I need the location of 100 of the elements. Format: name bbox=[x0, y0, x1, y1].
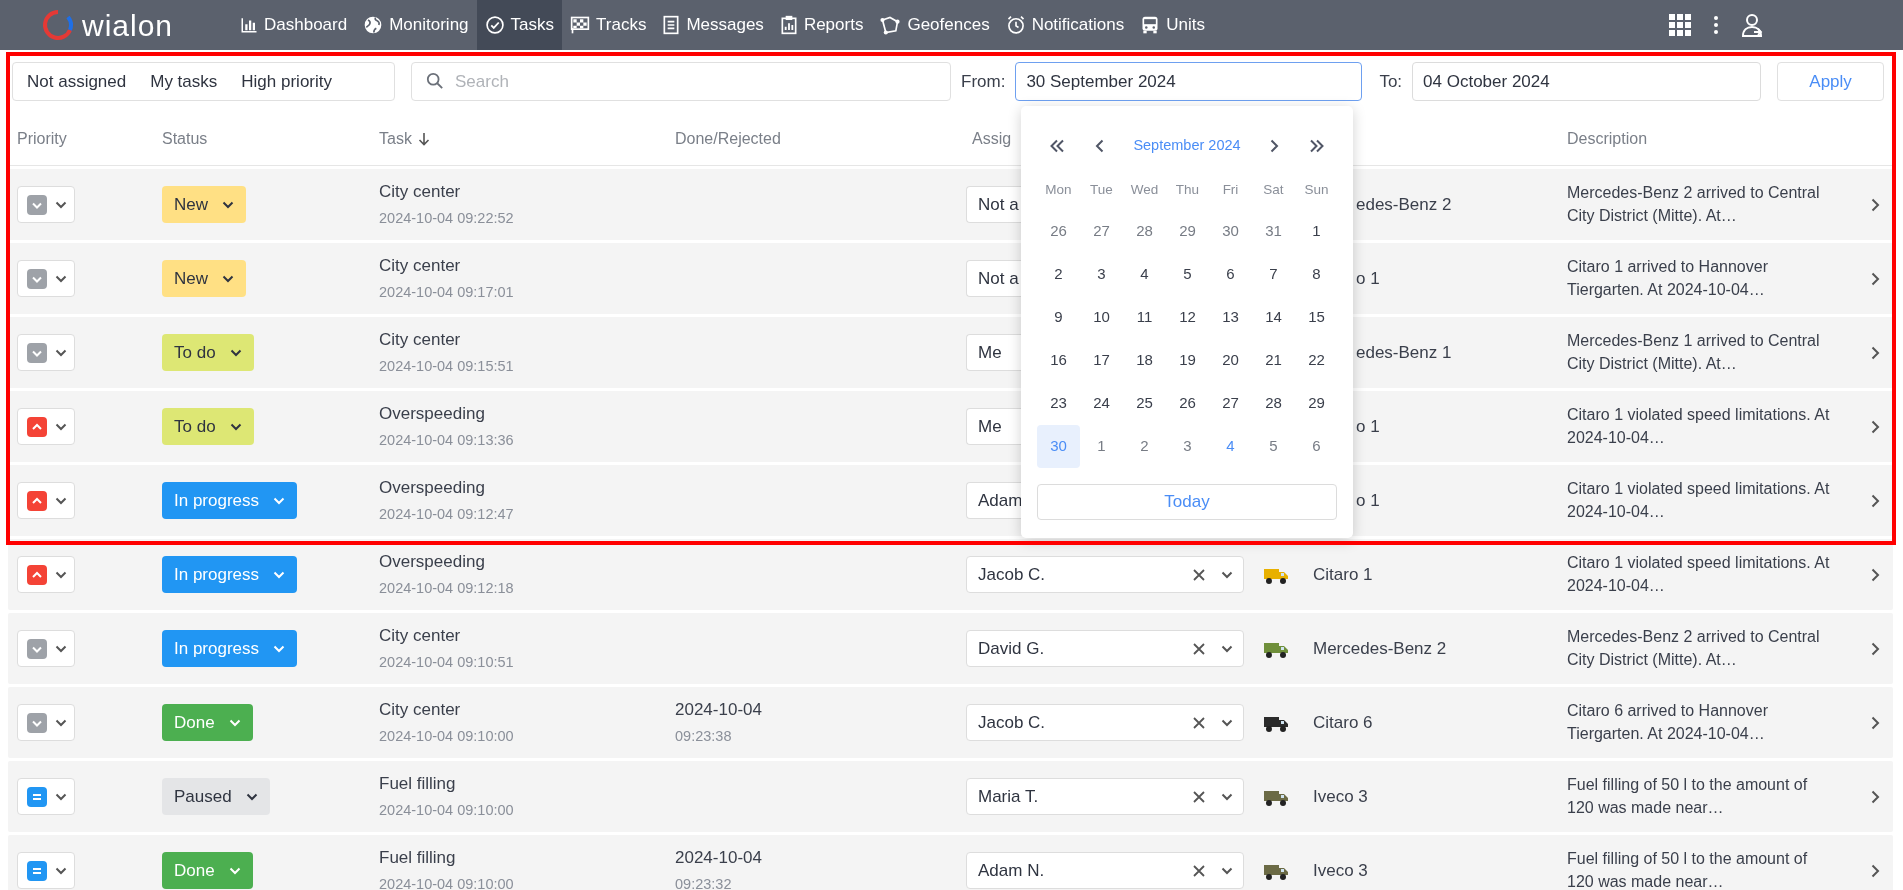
unit-name: o 1 bbox=[1356, 416, 1380, 436]
more-menu-button[interactable] bbox=[1713, 15, 1719, 35]
chevron-down-icon bbox=[55, 496, 67, 505]
nav-tab[interactable]: Geofences bbox=[871, 0, 998, 50]
task-row[interactable]: Done City center 2024-10-04 09:10:00 2024-10-04 09:23:38 Jacob C. Citaro 6 Citaro 6 arrived to Hannover Tiergarten. At 2024-10-04… bbox=[8, 687, 1893, 758]
clear-icon[interactable] bbox=[1193, 790, 1205, 803]
column-header[interactable]: Priority bbox=[17, 127, 67, 151]
double-chevron-right-button[interactable] bbox=[1308, 139, 1325, 153]
assignee-field[interactable]: Jacob C. bbox=[966, 704, 1244, 741]
nav-tab[interactable]: Tasks bbox=[476, 0, 562, 50]
assignee-field[interactable]: Not a bbox=[966, 186, 1021, 223]
status-dropdown[interactable]: New bbox=[162, 186, 246, 223]
user-menu-button[interactable] bbox=[1741, 13, 1763, 37]
calendar-day[interactable]: 3 bbox=[1080, 253, 1123, 296]
calendar-day[interactable]: 21 bbox=[1252, 339, 1295, 382]
chevron-left-button[interactable] bbox=[1094, 139, 1104, 153]
column-header[interactable]: Done/Rejected bbox=[675, 127, 781, 151]
priority-dropdown[interactable] bbox=[17, 630, 75, 667]
chevron-right-icon[interactable] bbox=[1871, 419, 1880, 434]
nav-tab[interactable]: Reports bbox=[771, 0, 872, 50]
to-date-field[interactable]: 04 October 2024 bbox=[1412, 62, 1762, 101]
chevron-right-icon[interactable] bbox=[1871, 641, 1880, 656]
priority-dropdown[interactable] bbox=[17, 778, 75, 815]
priority-dropdown[interactable] bbox=[17, 186, 75, 223]
priority-dropdown[interactable] bbox=[17, 482, 75, 519]
chevron-right-button[interactable] bbox=[1270, 139, 1280, 153]
chevron-right-icon[interactable] bbox=[1871, 345, 1880, 360]
calendar-day[interactable]: 8 bbox=[1295, 253, 1338, 296]
polygon-icon bbox=[879, 15, 902, 35]
clear-icon[interactable] bbox=[1193, 864, 1205, 877]
task-row[interactable]: Done Fuel filling 2024-10-04 09:10:00 2024-10-04 09:23:32 Adam N. Iveco 3 Fuel filling of 50 l to the amount of 120 was made near… bbox=[8, 835, 1893, 890]
priority-dropdown[interactable] bbox=[17, 852, 75, 889]
calendar-day[interactable]: 7 bbox=[1252, 253, 1295, 296]
calendar-day[interactable]: 16 bbox=[1037, 339, 1080, 382]
chevron-right-icon[interactable] bbox=[1871, 863, 1880, 878]
task-row[interactable]: Paused Fuel filling 2024-10-04 09:10:00 Maria T. Iveco 3 Fuel filling of 50 l to the amount of 120 was made near… bbox=[8, 761, 1893, 832]
chevron-right-icon[interactable] bbox=[1871, 197, 1880, 212]
chevron-down-icon bbox=[245, 792, 258, 801]
calendar-day[interactable]: 20 bbox=[1209, 339, 1252, 382]
nav-tab[interactable]: Messages bbox=[654, 0, 772, 50]
priority-dropdown[interactable] bbox=[17, 408, 75, 445]
chevron-right-icon[interactable] bbox=[1871, 493, 1880, 508]
double-chevron-left-button[interactable] bbox=[1049, 139, 1065, 153]
clear-icon[interactable] bbox=[1193, 642, 1205, 655]
column-header[interactable]: Task bbox=[379, 127, 412, 151]
nav-tab[interactable]: Units bbox=[1132, 0, 1213, 50]
calendar-day[interactable]: 5 bbox=[1166, 253, 1209, 296]
column-header[interactable]: Status bbox=[162, 127, 208, 151]
chevron-right-icon[interactable] bbox=[1871, 789, 1880, 804]
nav-tab[interactable]: Notifications bbox=[997, 0, 1133, 50]
status-dropdown[interactable]: Paused bbox=[162, 778, 270, 815]
assignee-field[interactable]: Not a bbox=[966, 260, 1021, 297]
priority-dropdown[interactable] bbox=[17, 260, 75, 297]
status-dropdown[interactable]: To do bbox=[162, 408, 254, 445]
calendar-day[interactable]: 4 bbox=[1123, 253, 1166, 296]
assignee-field[interactable]: Jacob C. bbox=[966, 556, 1244, 593]
to-label: To: bbox=[1379, 70, 1403, 93]
calendar-day[interactable]: 6 bbox=[1209, 253, 1252, 296]
assignee-field[interactable]: Me bbox=[966, 334, 1021, 371]
assignee-field[interactable]: Adam bbox=[966, 482, 1021, 519]
from-date-field[interactable]: 30 September 2024 bbox=[1015, 62, 1363, 101]
priority-dropdown[interactable] bbox=[17, 704, 75, 741]
nav-tab[interactable]: Monitoring bbox=[355, 0, 477, 50]
nav-tab[interactable]: Dashboard bbox=[232, 0, 356, 50]
unit-name: o 1 bbox=[1356, 268, 1380, 288]
calendar-day[interactable]: 17 bbox=[1080, 339, 1123, 382]
filter-button[interactable]: Not assigned bbox=[15, 68, 139, 95]
nav-tab[interactable]: Tracks bbox=[562, 0, 655, 50]
chevron-right-icon[interactable] bbox=[1871, 271, 1880, 286]
clear-icon[interactable] bbox=[1193, 568, 1205, 581]
task-description: Mercedes-Benz 2 arrived to Central City District (Mitte). At… bbox=[1567, 627, 1821, 670]
task-row[interactable]: In progress Overspeeding 2024-10-04 09:12:18 Jacob C. Citaro 1 Citaro 1 violated speed limitations. At 2024-10-04… bbox=[8, 539, 1893, 610]
task-row[interactable]: In progress City center 2024-10-04 09:10:51 David G. Mercedes-Benz 2 Mercedes-Benz 2 arrived to Central City District (Mitte). At… bbox=[8, 613, 1893, 684]
task-time: 2024-10-04 09:10:00 bbox=[379, 726, 515, 746]
status-dropdown[interactable]: To do bbox=[162, 334, 254, 371]
priority-dropdown[interactable] bbox=[17, 334, 75, 371]
assignee-field[interactable]: David G. bbox=[966, 630, 1244, 667]
status-dropdown[interactable]: New bbox=[162, 260, 246, 297]
search-field[interactable]: Search bbox=[411, 62, 951, 101]
priority-dropdown[interactable] bbox=[17, 556, 75, 593]
assignee-field[interactable]: Maria T. bbox=[966, 778, 1244, 815]
calendar-day[interactable]: 22 bbox=[1295, 339, 1338, 382]
filter-button[interactable]: My tasks bbox=[138, 68, 230, 95]
chevron-right-icon bbox=[1270, 139, 1280, 153]
assignee-field[interactable]: Adam N. bbox=[966, 852, 1244, 889]
column-header[interactable]: Assig bbox=[972, 127, 1012, 151]
calendar-day[interactable]: 18 bbox=[1123, 339, 1166, 382]
filter-button[interactable]: High priority bbox=[229, 68, 344, 95]
chevron-right-icon[interactable] bbox=[1871, 715, 1880, 730]
clear-icon[interactable] bbox=[1193, 716, 1205, 729]
calendar-day[interactable]: 2 bbox=[1037, 253, 1080, 296]
assignee-field[interactable]: Me bbox=[966, 408, 1021, 445]
task-description: Citaro 6 arrived to Hannover Tiergarten. At 2024-10-04… bbox=[1567, 701, 1769, 744]
task-time: 2024-10-04 09:10:00 bbox=[379, 874, 515, 890]
column-header[interactable]: Description bbox=[1567, 127, 1648, 151]
logo-text: wialon bbox=[82, 7, 174, 44]
apps-grid-button[interactable] bbox=[1669, 14, 1691, 36]
calendar-day[interactable]: 19 bbox=[1166, 339, 1209, 382]
chevron-right-icon[interactable] bbox=[1871, 567, 1880, 582]
check-circle-icon bbox=[484, 15, 505, 35]
